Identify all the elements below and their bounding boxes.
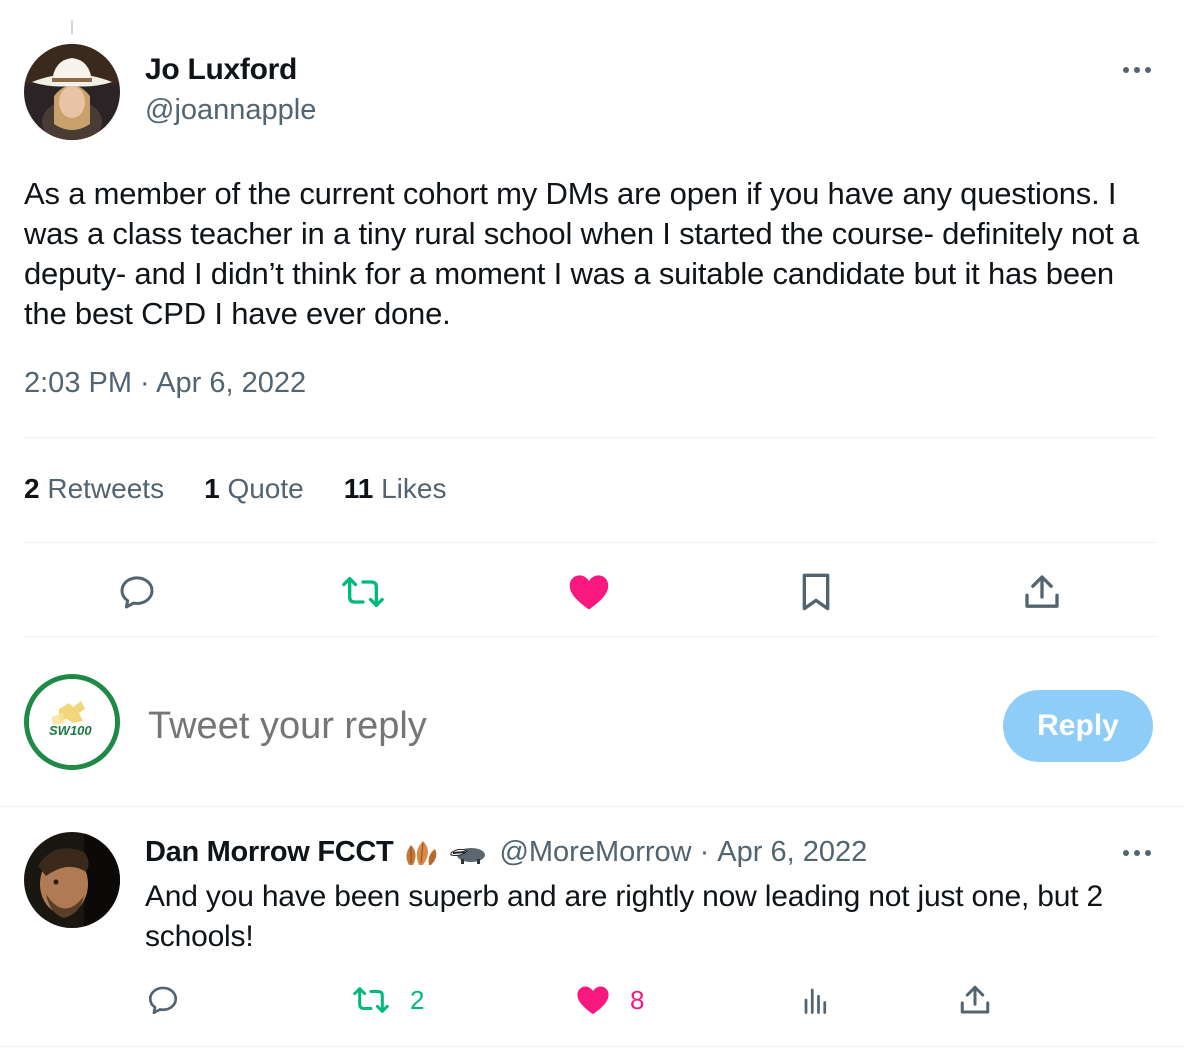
retweets-stat[interactable]: 2 Retweets xyxy=(24,473,164,505)
divider xyxy=(24,636,1157,637)
reply-author-avatar[interactable] xyxy=(24,832,120,928)
badger-icon xyxy=(449,837,489,869)
reply-author-name[interactable]: Dan Morrow FCCT xyxy=(145,836,394,869)
reply-retweet-count: 2 xyxy=(410,984,425,1015)
quotes-count: 1 xyxy=(204,473,220,504)
reply-action-bar: 2 8 xyxy=(0,978,1184,1022)
author-handle[interactable]: @joannapple xyxy=(145,94,316,127)
more-dots-icon xyxy=(1123,850,1151,856)
more-options-button[interactable] xyxy=(1117,55,1157,85)
share-icon xyxy=(1025,575,1059,608)
reply-date[interactable]: Apr 6, 2022 xyxy=(717,836,867,869)
bookmark-button[interactable] xyxy=(790,566,842,618)
retweet-icon xyxy=(353,987,389,1013)
like-icon xyxy=(569,575,609,610)
author-name[interactable]: Jo Luxford xyxy=(145,53,297,87)
analytics-icon xyxy=(804,988,827,1014)
reply-author-handle[interactable]: @MoreMorrow xyxy=(499,836,691,869)
reply-share-button[interactable] xyxy=(958,978,992,1022)
divider xyxy=(24,542,1157,543)
retweet-icon xyxy=(342,577,384,607)
separator-dot: · xyxy=(699,836,710,868)
reply-header: Dan Morrow FCCT @MoreMorrow · Apr 6, 202… xyxy=(145,836,867,869)
reply-text: And you have been superb and are rightly… xyxy=(145,880,1103,953)
divider xyxy=(24,437,1157,438)
reply-reply-button[interactable] xyxy=(146,978,180,1022)
reply-like-button[interactable]: 8 xyxy=(576,978,644,1022)
likes-label: Likes xyxy=(381,473,447,504)
reply-icon xyxy=(120,576,154,609)
tweet-action-bar xyxy=(0,566,1184,618)
reply-more-options-button[interactable] xyxy=(1117,838,1157,868)
leaves-icon xyxy=(401,837,441,869)
author-avatar[interactable] xyxy=(24,44,120,140)
quotes-label: Quote xyxy=(227,473,304,504)
likes-count: 11 xyxy=(343,473,374,504)
reply-input[interactable] xyxy=(148,700,968,752)
retweets-label: Retweets xyxy=(47,473,165,504)
share-button[interactable] xyxy=(1016,566,1068,618)
retweets-count: 2 xyxy=(24,473,40,504)
composer-avatar-label: SW100 xyxy=(49,723,92,738)
thread-connector-line xyxy=(71,20,73,34)
more-dots-icon xyxy=(1123,67,1151,73)
retweet-button[interactable] xyxy=(337,566,389,618)
tweet-stats: 2 Retweets 1 Quote 11 Likes xyxy=(24,473,486,505)
tweet-text: As a member of the current cohort my DMs… xyxy=(24,176,1139,331)
reply-retweet-button[interactable]: 2 xyxy=(352,978,424,1022)
reply-submit-button[interactable]: Reply xyxy=(1003,690,1153,762)
quotes-stat[interactable]: 1 Quote xyxy=(204,473,304,505)
reply-icon xyxy=(148,986,178,1015)
divider xyxy=(0,1046,1184,1047)
reply-like-count: 8 xyxy=(630,984,645,1015)
like-button[interactable] xyxy=(563,566,615,618)
bookmark-icon xyxy=(802,573,830,611)
reply-button[interactable] xyxy=(111,566,163,618)
like-icon xyxy=(577,986,609,1015)
tweet-timestamp[interactable]: 2:03 PM · Apr 6, 2022 xyxy=(24,367,306,400)
divider xyxy=(0,806,1184,807)
current-user-avatar[interactable]: SW100 xyxy=(24,674,120,770)
share-icon xyxy=(960,985,990,1014)
reply-views-button[interactable] xyxy=(801,978,831,1022)
likes-stat[interactable]: 11 Likes xyxy=(344,473,447,505)
